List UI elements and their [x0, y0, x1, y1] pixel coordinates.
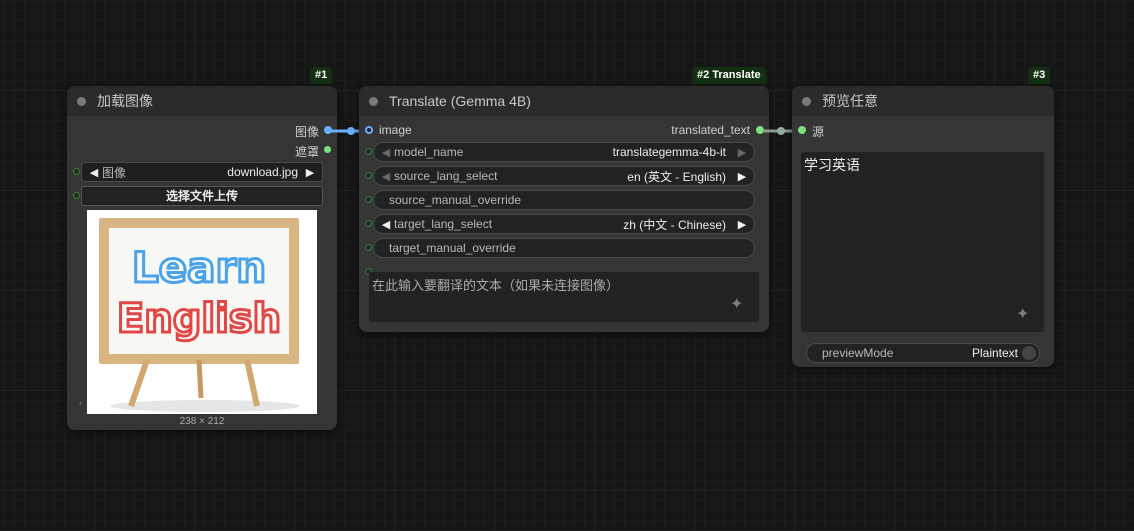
sparkle-icon[interactable]: ✦: [1016, 304, 1029, 324]
widget-label: target_lang_select: [394, 217, 493, 231]
load-image-node[interactable]: 加载图像 图像 遮罩 ◀ 图像 download.jpg ▶ 选择文件上传 Le…: [67, 86, 337, 430]
preview-word-english: English: [117, 296, 281, 342]
image-combo-widget[interactable]: ◀ 图像 download.jpg ▶: [81, 162, 323, 182]
output-label-mask: 遮罩: [294, 145, 319, 159]
preview-any-node[interactable]: 预览任意 源 学习英语 ✦ previewMode Plaintext: [792, 86, 1054, 367]
node-title: 预览任意: [822, 93, 878, 109]
widget-input-dot[interactable]: [73, 168, 80, 175]
widget-value: translategemma-4b-it: [612, 145, 726, 159]
arrow-right-icon[interactable]: ▶: [736, 146, 748, 159]
collapse-dot-icon[interactable]: [802, 96, 811, 106]
output-label-image: 图像: [294, 125, 319, 139]
resize-handle-icon[interactable]: ⠂: [78, 398, 86, 411]
image-dimensions: 238 × 212: [179, 416, 225, 427]
arrow-left-icon[interactable]: ◀: [380, 218, 392, 231]
output-label-translated-text: translated_text: [671, 123, 750, 137]
input-slot-source[interactable]: [798, 126, 806, 134]
preview-mode-toggle[interactable]: previewMode Plaintext: [806, 343, 1040, 363]
node-header[interactable]: 加载图像: [67, 86, 337, 116]
widget-value: Plaintext: [971, 346, 1018, 360]
node-id-badge: #3: [1028, 67, 1051, 84]
input-label-source: 源: [812, 125, 825, 139]
input-label-image: image: [379, 123, 412, 137]
translate-node[interactable]: Translate (Gemma 4B) image translated_te…: [359, 86, 769, 332]
text-input-placeholder: 在此输入要翻译的文本（如果未连接图像）: [372, 278, 620, 293]
widget-label: 图像: [102, 165, 127, 180]
arrow-right-icon[interactable]: ▶: [736, 218, 748, 231]
widget-label: previewMode: [822, 346, 894, 360]
node-title: 加载图像: [97, 93, 153, 109]
node-header[interactable]: 预览任意: [792, 86, 1054, 116]
arrow-left-icon[interactable]: ◀: [88, 166, 100, 179]
arrow-left-icon[interactable]: ◀: [380, 146, 392, 159]
node-id-badge: #2 Translate: [692, 67, 766, 84]
widget-input-dot[interactable]: [73, 192, 80, 199]
whiteboard-image: Learn English: [87, 210, 317, 414]
widget-placeholder: source_manual_override: [389, 193, 522, 207]
source-lang-select-combo[interactable]: ◀ source_lang_select en (英文 - English) ▶: [373, 166, 755, 186]
preview-output-area[interactable]: 学习英语: [801, 152, 1044, 332]
arrow-left-icon[interactable]: ◀: [380, 170, 392, 183]
widget-input-dot[interactable]: [365, 220, 372, 227]
upload-button[interactable]: 选择文件上传: [81, 186, 323, 206]
widget-value: download.jpg: [227, 165, 298, 179]
source-manual-override-input[interactable]: source_manual_override: [373, 190, 755, 210]
target-manual-override-input[interactable]: target_manual_override: [373, 238, 755, 258]
node-title: Translate (Gemma 4B): [389, 93, 531, 109]
input-slot-image[interactable]: [365, 126, 373, 134]
widget-input-dot[interactable]: [365, 172, 372, 179]
sparkle-icon[interactable]: ✦: [730, 294, 743, 314]
image-preview: Learn English: [87, 210, 317, 414]
arrow-right-icon[interactable]: ▶: [304, 166, 316, 179]
arrow-right-icon[interactable]: ▶: [736, 170, 748, 183]
model-name-combo[interactable]: ◀ model_name translategemma-4b-it ▶: [373, 142, 755, 162]
text-input-area[interactable]: 在此输入要翻译的文本（如果未连接图像）: [369, 272, 759, 322]
toggle-switch-icon[interactable]: [1022, 346, 1036, 360]
widget-value: zh (中文 - Chinese): [623, 217, 726, 232]
node-header[interactable]: Translate (Gemma 4B): [359, 86, 769, 116]
widget-value: en (英文 - English): [627, 169, 726, 184]
collapse-dot-icon[interactable]: [77, 96, 86, 106]
widget-label: model_name: [394, 145, 464, 159]
output-slot-mask[interactable]: [324, 146, 331, 153]
target-lang-select-combo[interactable]: ◀ target_lang_select zh (中文 - Chinese) ▶: [373, 214, 755, 234]
widget-input-dot[interactable]: [365, 244, 372, 251]
preview-word-learn: Learn: [132, 243, 266, 292]
widget-placeholder: target_manual_override: [389, 241, 516, 255]
widget-input-dot[interactable]: [365, 196, 372, 203]
node-id-badge: #1: [310, 67, 333, 84]
widget-label: source_lang_select: [394, 169, 498, 183]
preview-output-text: 学习英语: [804, 157, 860, 173]
widget-input-dot[interactable]: [365, 148, 372, 155]
collapse-dot-icon[interactable]: [369, 96, 378, 106]
